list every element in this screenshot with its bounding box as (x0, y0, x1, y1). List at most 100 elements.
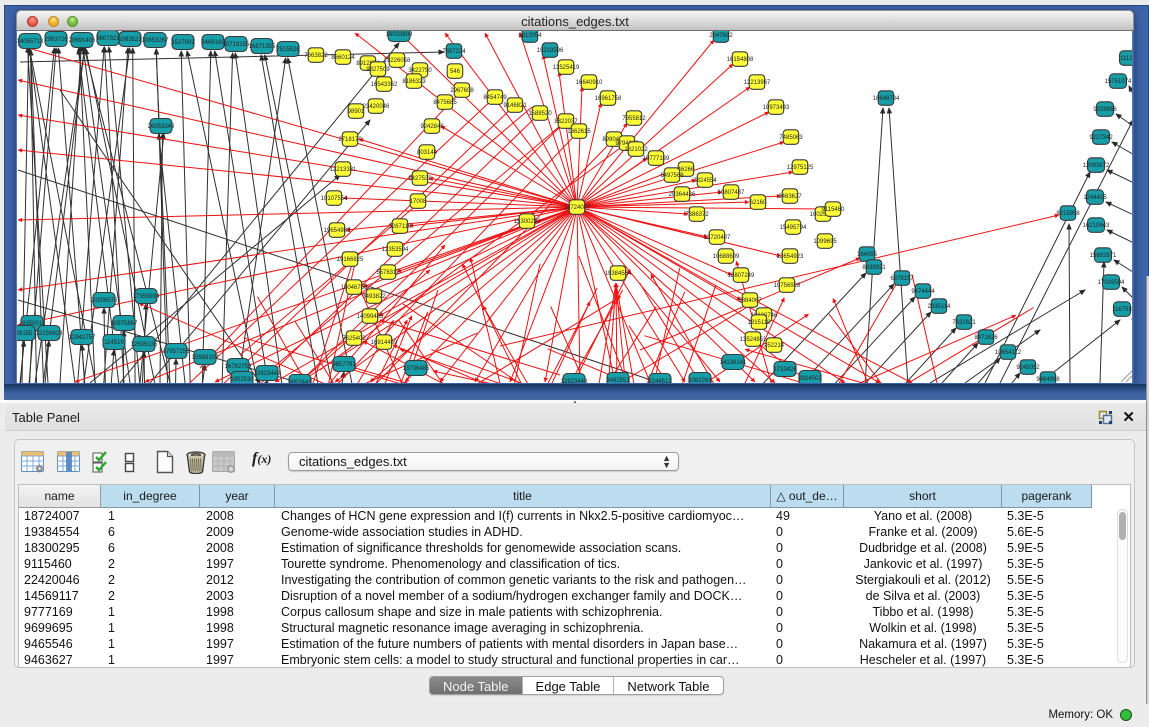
svg-text:12093872: 12093872 (1083, 163, 1110, 169)
svg-text:10975867: 10975867 (111, 321, 138, 327)
svg-text:13525419: 13525419 (553, 65, 580, 71)
svg-text:14055713: 14055713 (17, 39, 44, 45)
svg-text:20206575: 20206575 (91, 298, 118, 304)
svg-text:18807249: 18807249 (728, 273, 755, 279)
svg-text:8186323: 8186323 (402, 79, 426, 85)
svg-text:9427532: 9427532 (408, 176, 432, 182)
svg-text:17957255: 17957255 (163, 349, 190, 355)
svg-text:16154808: 16154808 (727, 57, 754, 63)
svg-text:9952441: 9952441 (288, 380, 312, 383)
svg-text:15751074: 15751074 (1105, 79, 1132, 85)
svg-text:1099695: 1099695 (813, 239, 837, 245)
svg-text:9329966: 9329966 (1093, 107, 1117, 113)
svg-text:1733426: 1733426 (773, 367, 797, 373)
svg-text:7515526: 7515526 (276, 47, 300, 53)
svg-text:12156829: 12156829 (36, 331, 63, 337)
svg-text:6497568: 6497568 (660, 173, 684, 179)
svg-text:16648784: 16648784 (873, 96, 900, 102)
svg-text:11123: 11123 (1120, 56, 1133, 62)
svg-text:23420046: 23420046 (363, 104, 390, 110)
svg-text:164095: 164095 (857, 252, 878, 258)
svg-text:15046766: 15046766 (341, 285, 368, 291)
svg-text:8660124: 8660124 (331, 55, 355, 61)
svg-text:7632621: 7632621 (952, 320, 976, 326)
svg-text:16782759: 16782759 (225, 364, 252, 370)
svg-text:9607321: 9607321 (96, 36, 120, 42)
svg-text:3493822: 3493822 (362, 294, 386, 300)
svg-text:10853267: 10853267 (142, 38, 169, 44)
svg-text:2993726: 2993726 (44, 37, 68, 43)
svg-text:9463627: 9463627 (778, 194, 802, 200)
svg-text:12975125: 12975125 (787, 165, 814, 171)
svg-text:2967608: 2967608 (450, 88, 474, 94)
svg-text:17016504: 17016504 (1098, 280, 1125, 286)
svg-text:9482551: 9482551 (606, 378, 630, 383)
svg-text:1244415: 1244415 (1083, 195, 1107, 201)
svg-text:17008: 17008 (410, 199, 427, 205)
svg-text:16033809: 16033809 (386, 32, 413, 38)
svg-text:8813054: 8813054 (518, 33, 542, 39)
svg-text:8454749: 8454749 (483, 95, 507, 101)
svg-text:9227342: 9227342 (1089, 135, 1113, 141)
svg-text:7485063: 7485063 (779, 135, 803, 141)
svg-text:9924502: 9924502 (798, 376, 822, 382)
svg-text:8215958: 8215958 (1056, 211, 1080, 217)
svg-text:15692971: 15692971 (1090, 253, 1117, 259)
svg-text:10756928: 10756928 (774, 283, 801, 289)
svg-text:19654983: 19654983 (324, 228, 351, 234)
svg-text:252214: 252214 (764, 343, 785, 349)
svg-text:12353594: 12353594 (382, 247, 409, 253)
svg-text:9115460: 9115460 (822, 207, 846, 213)
svg-text:7955812: 7955812 (622, 116, 646, 122)
svg-text:17359934: 17359934 (133, 294, 160, 300)
svg-text:16640910: 16640910 (576, 80, 603, 86)
svg-text:9242848: 9242848 (420, 124, 444, 130)
svg-text:16543362: 16543362 (371, 82, 398, 88)
svg-text:5578312: 5578312 (376, 270, 400, 276)
svg-text:1362615: 1362615 (567, 129, 591, 135)
svg-text:20691406: 20691406 (69, 38, 96, 44)
svg-text:15958107: 15958107 (192, 355, 219, 361)
svg-text:1621022: 1621022 (624, 147, 648, 153)
svg-text:15300293: 15300293 (514, 219, 541, 225)
svg-text:546: 546 (450, 69, 461, 75)
svg-text:3824554: 3824554 (693, 178, 717, 184)
svg-text:16961758: 16961758 (595, 96, 622, 102)
svg-text:8475685: 8475685 (433, 100, 457, 106)
svg-text:7663822: 7663822 (304, 53, 328, 59)
svg-text:9884067: 9884067 (738, 298, 762, 304)
svg-text:16671355: 16671355 (249, 44, 276, 50)
svg-text:62160: 62160 (750, 200, 767, 206)
svg-text:2935114: 2935114 (928, 304, 952, 310)
svg-text:13524851: 13524851 (740, 337, 767, 343)
svg-text:803144: 803144 (417, 150, 438, 156)
svg-text:9146821: 9146821 (503, 103, 527, 109)
svg-text:8938921: 8938921 (862, 265, 886, 271)
svg-text:10107554: 10107554 (321, 196, 348, 202)
svg-text:12213967: 12213967 (744, 80, 771, 86)
svg-text:1952530: 1952530 (230, 377, 254, 383)
svg-text:116753: 116753 (1112, 307, 1132, 313)
svg-text:1815112: 1815112 (748, 320, 772, 326)
svg-text:19384554: 19384554 (605, 271, 632, 277)
svg-text:20364436: 20364436 (669, 192, 696, 198)
svg-text:12213381: 12213381 (330, 167, 357, 173)
svg-text:9327509: 9327509 (366, 67, 390, 73)
svg-text:1588520: 1588520 (528, 111, 552, 117)
svg-text:1082261: 1082261 (688, 378, 712, 383)
svg-text:9857791: 9857791 (332, 362, 356, 368)
svg-text:18724007: 18724007 (564, 205, 591, 211)
svg-text:8471626: 8471626 (974, 335, 998, 341)
svg-text:10777169: 10777169 (643, 156, 670, 162)
svg-text:2718170: 2718170 (338, 137, 362, 143)
svg-text:9245052: 9245052 (1016, 365, 1040, 371)
svg-text:12942757: 12942757 (69, 335, 96, 341)
svg-text:6379197: 6379197 (890, 276, 914, 282)
svg-text:23226058: 23226058 (384, 58, 411, 64)
svg-text:10973493: 10973493 (763, 105, 790, 111)
svg-text:1083521: 1083521 (118, 37, 142, 43)
svg-text:12823448: 12823448 (254, 371, 281, 377)
svg-text:10807487: 10807487 (718, 190, 745, 196)
svg-text:26053346: 26053346 (148, 124, 175, 130)
svg-text:13654923: 13654923 (777, 254, 804, 260)
